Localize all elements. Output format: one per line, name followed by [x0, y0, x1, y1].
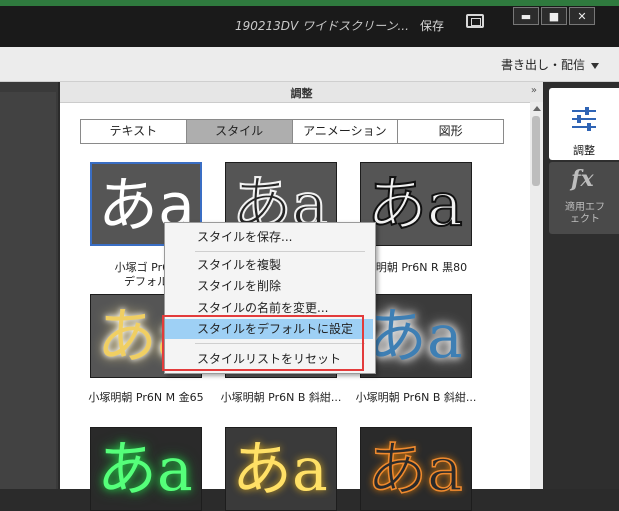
- title-bar: 190213DV ワイドスクリーン... 保存 ▬ ■ ✕: [0, 0, 619, 47]
- side-button-effects[interactable]: fx 適用エフェクト: [549, 162, 619, 234]
- style-tile[interactable]: あa: [360, 294, 472, 378]
- menu-item-delete-style[interactable]: スタイルを削除: [165, 276, 373, 296]
- scroll-up-icon[interactable]: [533, 106, 541, 111]
- style-tabs: テキスト スタイル アニメーション 図形: [80, 119, 504, 144]
- maximize-button[interactable]: ■: [541, 7, 567, 25]
- side-adjust-label: 調整: [573, 144, 595, 157]
- fx-icon: fx: [571, 166, 594, 192]
- minimize-button[interactable]: ▬: [513, 7, 539, 25]
- style-tile[interactable]: あa: [360, 427, 472, 511]
- export-menu[interactable]: 書き出し・配信: [501, 56, 599, 73]
- close-button[interactable]: ✕: [569, 7, 595, 25]
- menu-item-duplicate-style[interactable]: スタイルを複製: [165, 255, 373, 275]
- style-label: 小塚明朝 Pr6N B 斜紺...: [355, 391, 477, 404]
- style-preview: あa: [367, 302, 463, 372]
- monitor-icon[interactable]: [466, 14, 484, 28]
- tab-style[interactable]: スタイル: [186, 120, 293, 143]
- scroll-thumb[interactable]: [532, 116, 540, 186]
- collapse-icon[interactable]: »: [531, 85, 537, 96]
- side-effects-label: 適用エフェクト: [565, 202, 605, 225]
- tab-animation[interactable]: アニメーション: [293, 120, 399, 143]
- menu-separator: [195, 343, 365, 344]
- menu-item-reset-list[interactable]: スタイルリストをリセット: [165, 349, 373, 369]
- toolbar: 書き出し・配信: [0, 47, 619, 82]
- context-menu: スタイルを保存... スタイルを複製 スタイルを削除 スタイルの名前を変更...…: [164, 222, 376, 374]
- scrollbar[interactable]: [530, 102, 543, 489]
- style-preview: あa: [232, 435, 328, 505]
- style-tile[interactable]: あa: [225, 427, 337, 511]
- panel-header: 調整 »: [60, 82, 543, 103]
- project-title: 190213DV ワイドスクリーン...: [235, 19, 409, 33]
- right-panel-strip: 調整 fx 適用エフェクト: [544, 82, 619, 489]
- left-panel-body: [0, 92, 56, 489]
- style-tile[interactable]: あa: [360, 162, 472, 246]
- style-preview: あa: [366, 434, 463, 506]
- style-tile[interactable]: あa: [90, 427, 202, 511]
- style-label: 小塚明朝 Pr6N M 金65: [88, 391, 204, 404]
- sliders-icon: [572, 107, 596, 131]
- title-bar-accent: [0, 0, 619, 6]
- style-preview: あa: [97, 435, 193, 505]
- tab-shape[interactable]: 図形: [398, 120, 503, 143]
- chevron-down-icon: [591, 62, 599, 69]
- panel-title: 調整: [290, 87, 313, 100]
- style-preview: あa: [366, 169, 464, 241]
- save-button[interactable]: 保存: [420, 17, 444, 34]
- menu-item-set-default[interactable]: スタイルをデフォルトに設定: [165, 319, 373, 339]
- style-label: 小塚明朝 Pr6N B 斜紺...: [220, 391, 342, 404]
- left-panel: [0, 82, 58, 489]
- menu-item-save-style[interactable]: スタイルを保存...: [165, 227, 373, 247]
- side-button-adjust[interactable]: 調整: [549, 88, 619, 160]
- export-menu-label: 書き出し・配信: [500, 58, 585, 72]
- menu-separator: [195, 251, 365, 252]
- tab-text[interactable]: テキスト: [81, 120, 187, 143]
- menu-item-rename-style[interactable]: スタイルの名前を変更...: [165, 298, 373, 318]
